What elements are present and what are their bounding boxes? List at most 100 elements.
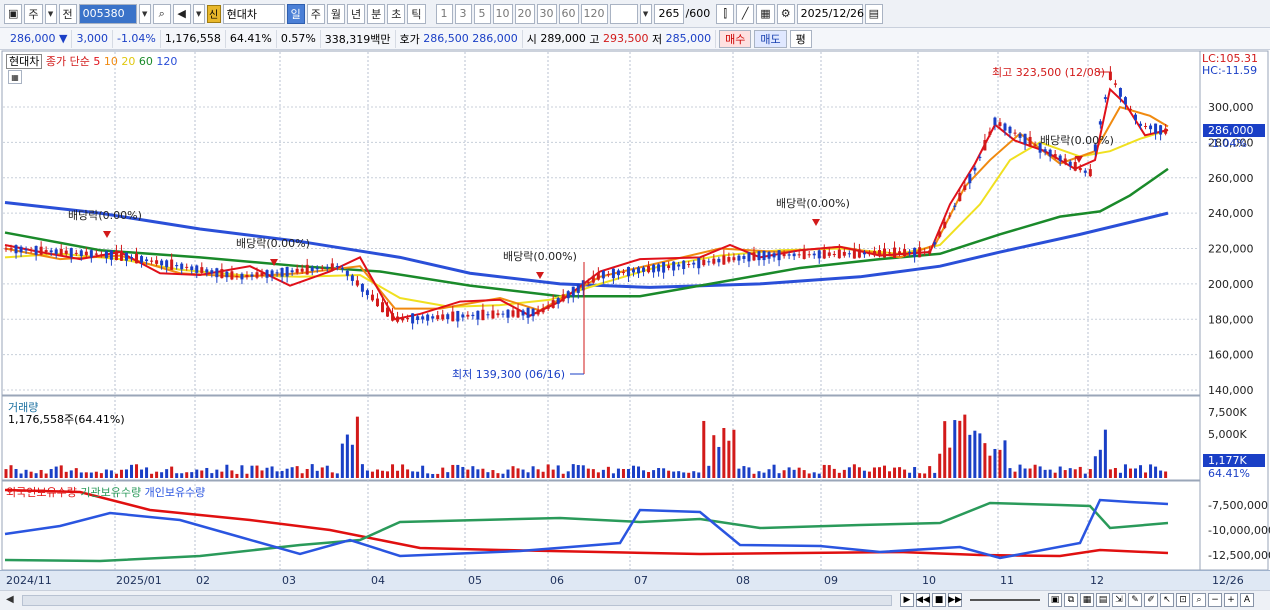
candle-body xyxy=(857,249,861,258)
custom-interval-field[interactable] xyxy=(609,3,638,24)
volume-bar xyxy=(762,472,766,478)
candle-body xyxy=(737,255,741,261)
volume-bar xyxy=(441,467,445,478)
buy-button[interactable]: 매수 xyxy=(719,29,752,48)
interval-5[interactable]: 5 xyxy=(473,3,491,24)
candle-body xyxy=(486,314,490,316)
line-type-icon[interactable]: ╱ xyxy=(736,3,755,24)
search-icon[interactable]: ⌕ xyxy=(1192,593,1206,607)
rewind-icon[interactable]: ◀◀ xyxy=(916,593,930,607)
volume-bar xyxy=(285,468,289,478)
count-field[interactable]: 265 xyxy=(653,3,684,24)
gear-icon[interactable]: ⚙ xyxy=(776,3,795,24)
candle-body xyxy=(576,284,580,293)
play-icon[interactable]: ▶ xyxy=(900,593,914,607)
zoom-in-icon[interactable]: + xyxy=(1224,593,1238,607)
volume-y-tick: 5,000K xyxy=(1208,428,1247,441)
table-icon[interactable]: ▤ xyxy=(1096,593,1110,607)
volume-bar xyxy=(1043,469,1047,478)
candle-body xyxy=(913,247,917,257)
stock-chart[interactable]: 300,000280,000260,000240,000220,000200,0… xyxy=(0,50,1270,590)
chevron-down-icon[interactable]: ▼ xyxy=(44,3,57,24)
period-second[interactable]: 초 xyxy=(387,3,406,24)
interval-3[interactable]: 3 xyxy=(454,3,472,24)
font-size-icon[interactable]: A xyxy=(1240,593,1254,607)
candle-body xyxy=(74,252,78,254)
date-field[interactable]: 2025/12/26 xyxy=(796,3,864,24)
interval-10[interactable]: 10 xyxy=(492,3,513,24)
volume-bar xyxy=(767,469,771,478)
candle-body xyxy=(140,256,144,263)
candle-body xyxy=(1018,133,1022,138)
candle-body xyxy=(707,261,711,263)
interval-60[interactable]: 60 xyxy=(558,3,579,24)
legend-foreign: 외국인보유수량 xyxy=(6,486,77,499)
stock-code-input[interactable]: 005380 xyxy=(78,3,137,24)
interval-1[interactable]: 1 xyxy=(435,3,453,24)
grid-icon[interactable]: ▦ xyxy=(756,3,775,24)
volume-value: 1,176,558주(64.41%) xyxy=(8,413,125,426)
calendar-icon[interactable]: ▤ xyxy=(864,3,884,24)
layout-icon[interactable]: ▣ xyxy=(1048,593,1062,607)
sell-button[interactable]: 매도 xyxy=(754,29,787,48)
candle-icon[interactable]: ⫿ xyxy=(716,3,735,24)
candle-body xyxy=(1139,123,1143,126)
volume-bar xyxy=(747,467,751,478)
candle-body xyxy=(908,251,912,254)
prev-button[interactable]: 전 xyxy=(58,3,77,24)
volume-bar xyxy=(611,473,615,478)
candle-body xyxy=(732,257,736,261)
chevron-down-icon[interactable]: ▼ xyxy=(639,3,652,24)
volume-bar xyxy=(988,455,992,478)
candle-body xyxy=(762,250,766,261)
volume-bar xyxy=(551,469,555,478)
fast-forward-icon[interactable]: ▶▶ xyxy=(948,593,962,607)
zoom-out-icon[interactable]: − xyxy=(1208,593,1222,607)
speaker-icon[interactable]: ◀ xyxy=(172,3,191,24)
candle-body xyxy=(923,251,927,253)
interval-120[interactable]: 120 xyxy=(580,3,608,24)
volume-current-tag: 1,177K xyxy=(1208,454,1247,467)
x-axis: 2024/11 2025/01 02 03 04 05 06 07 08 09 … xyxy=(0,570,1270,590)
stop-icon[interactable]: ■ xyxy=(932,593,946,607)
volume-bar xyxy=(280,470,284,478)
candle-body xyxy=(988,131,992,135)
grid-icon[interactable]: ▦ xyxy=(1080,593,1094,607)
volume-bar xyxy=(391,464,395,478)
scroll-track[interactable] xyxy=(22,595,892,606)
price-panel-legend: 현대차 종가 단순 5 10 20 60 120 xyxy=(6,53,177,69)
interval-30[interactable]: 30 xyxy=(536,3,557,24)
volume-bar xyxy=(541,471,545,478)
average-button[interactable]: 평 xyxy=(789,29,812,48)
interval-20[interactable]: 20 xyxy=(514,3,535,24)
candle-body xyxy=(290,270,294,273)
draw-icon[interactable]: ✎ xyxy=(1128,593,1142,607)
volume-bar xyxy=(1103,429,1107,478)
layout-icon[interactable]: ▣ xyxy=(4,3,23,24)
period-month[interactable]: 월 xyxy=(326,3,346,24)
period-week[interactable]: 주 xyxy=(306,3,325,24)
brush-icon[interactable]: ✐ xyxy=(1144,593,1158,607)
chart-scrollbar[interactable]: ◀ ▶ ◀◀ ■ ▶▶ ▣ ⧉ ▦ ▤ ⇲ ✎ ✐ ↖ ⊡ ⌕ − + A xyxy=(0,590,1270,610)
export-icon[interactable]: ⇲ xyxy=(1112,593,1126,607)
candle-body xyxy=(1043,149,1047,152)
period-day[interactable]: 일 xyxy=(286,3,305,24)
cursor-icon[interactable]: ↖ xyxy=(1160,593,1174,607)
zoom-slider[interactable] xyxy=(970,599,1040,601)
stock-name-field[interactable]: 현대차 xyxy=(222,3,285,24)
lock-icon[interactable]: ⊡ xyxy=(1176,593,1190,607)
search-icon[interactable]: ⌕ xyxy=(152,3,171,24)
candle-body xyxy=(657,264,661,272)
table-icon[interactable]: ▦ xyxy=(8,70,22,84)
candle-body xyxy=(903,249,907,257)
scroll-left-icon[interactable]: ◀ xyxy=(6,594,14,605)
period-minute[interactable]: 분 xyxy=(367,3,386,24)
stock-tag[interactable]: 현대차 xyxy=(6,54,43,69)
compare-icon[interactable]: ⧉ xyxy=(1064,593,1078,607)
period-tick[interactable]: 틱 xyxy=(407,3,426,24)
holding-y-tick: -10,000,000 xyxy=(1208,524,1270,537)
chevron-down-icon[interactable]: ▼ xyxy=(138,3,151,24)
period-toggle[interactable]: 주 xyxy=(24,3,43,24)
period-year[interactable]: 년 xyxy=(347,3,366,24)
chevron-down-icon[interactable]: ▼ xyxy=(192,3,205,24)
